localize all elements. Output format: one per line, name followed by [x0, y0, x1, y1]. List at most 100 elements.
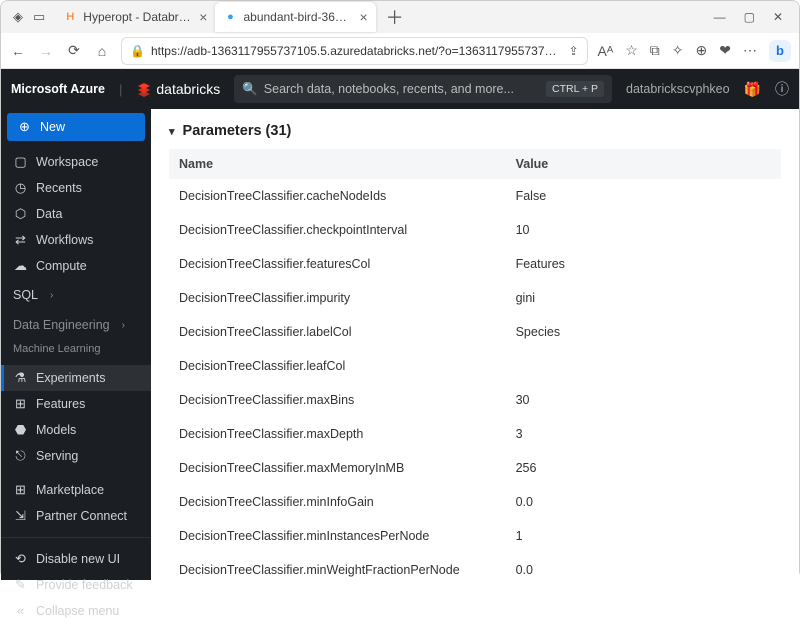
- browser-tab[interactable]: ●abundant-bird-366 - MLflow Run×: [215, 2, 375, 32]
- col-name[interactable]: Name: [169, 149, 506, 179]
- sidebar-item-models[interactable]: ⬣Models: [1, 417, 151, 443]
- search-placeholder: Search data, notebooks, recents, and mor…: [264, 82, 540, 96]
- toolbar-right: Aᴬ ☆ ⧉ ✧ ⊕ ❤ ⋯ b: [598, 40, 791, 62]
- parameters-header[interactable]: ▾ Parameters (31): [151, 109, 799, 149]
- content-pane: ▾ Parameters (31) Name Value DecisionTre…: [151, 109, 799, 580]
- maximize-button[interactable]: ▢: [744, 10, 755, 24]
- tab-strip-controls: ◈ ▭: [7, 9, 51, 25]
- workspace-name[interactable]: databrickscvphkeo: [626, 82, 730, 96]
- new-button-label: New: [40, 120, 65, 134]
- address-bar[interactable]: 🔒 https://adb-1363117955737105.5.azureda…: [121, 37, 588, 65]
- window-controls: ― ▢ ✕: [714, 10, 793, 24]
- param-value: 256: [506, 451, 781, 485]
- marketplace-icon: ⊞: [13, 482, 28, 498]
- param-name: DecisionTreeClassifier.checkpointInterva…: [169, 213, 506, 247]
- sidebar-item-marketplace[interactable]: ⊞Marketplace: [1, 477, 151, 503]
- sidebar-item-workflows[interactable]: ⇄Workflows: [1, 227, 151, 253]
- favorites-bar-icon[interactable]: ✧: [672, 42, 684, 59]
- home-button[interactable]: ⌂: [93, 43, 111, 59]
- minimize-button[interactable]: ―: [714, 10, 726, 24]
- sidebar-item-recents[interactable]: ◷Recents: [1, 175, 151, 201]
- shield-icon[interactable]: ◈: [13, 9, 23, 25]
- sidebar-item-collapse-menu[interactable]: «Collapse menu: [1, 598, 151, 623]
- sidebar-item-data[interactable]: ⬡Data: [1, 201, 151, 227]
- new-button[interactable]: ⊕ New: [7, 113, 145, 141]
- table-row: DecisionTreeClassifier.checkpointInterva…: [169, 213, 781, 247]
- sidebar-item-features[interactable]: ⊞Features: [1, 391, 151, 417]
- serving-icon: ⎋: [13, 448, 28, 464]
- param-name: DecisionTreeClassifier.maxDepth: [169, 417, 506, 451]
- sidebar-item-workspace[interactable]: ▢ Workspace: [1, 149, 151, 175]
- search-icon: 🔍: [242, 82, 258, 97]
- sidebar-item-label: Collapse menu: [36, 604, 119, 618]
- sidebar-de-label: Data Engineering: [13, 318, 110, 332]
- sidebar-item-disable-new-ui[interactable]: ⟲Disable new UI: [1, 546, 151, 572]
- sidebar-ml-label: Machine Learning: [1, 337, 151, 361]
- tablist-icon[interactable]: ▭: [33, 9, 45, 25]
- param-value: 0.0: [506, 553, 781, 580]
- chevron-right-icon: ›: [122, 320, 125, 331]
- data-icon: ⬡: [13, 206, 28, 222]
- parameters-table-wrap: Name Value DecisionTreeClassifier.cacheN…: [151, 149, 799, 580]
- workspace-icon: ▢: [13, 154, 28, 170]
- param-value: 10: [506, 213, 781, 247]
- partner-connect-icon: ⇲: [13, 508, 28, 524]
- sidebar-item-serving[interactable]: ⎋Serving: [1, 443, 151, 469]
- extensions-icon[interactable]: ⊕: [696, 42, 708, 59]
- parameters-title: Parameters (31): [183, 123, 292, 139]
- sidebar-item-label: Provide feedback: [36, 578, 133, 592]
- param-value: 1: [506, 519, 781, 553]
- close-tab-icon[interactable]: ×: [359, 9, 367, 25]
- param-value: Features: [506, 247, 781, 281]
- chevron-right-icon: ›: [50, 290, 53, 301]
- table-row: DecisionTreeClassifier.maxBins30: [169, 383, 781, 417]
- refresh-button[interactable]: ⟳: [65, 42, 83, 59]
- bing-button[interactable]: b: [769, 40, 791, 62]
- forward-button[interactable]: →: [37, 43, 55, 59]
- sidebar-data-engineering[interactable]: Data Engineering ›: [1, 313, 151, 337]
- databricks-logo[interactable]: databricks: [136, 81, 220, 97]
- gift-icon[interactable]: 🎁: [744, 81, 761, 98]
- col-value[interactable]: Value: [506, 149, 781, 179]
- new-tab-button[interactable]: ＋: [380, 4, 410, 30]
- browser-tab[interactable]: H Hyperopt - Databricks ×: [55, 2, 215, 32]
- param-value: gini: [506, 281, 781, 315]
- sidebar-sql-label: SQL: [13, 288, 38, 302]
- back-button[interactable]: ←: [9, 43, 27, 59]
- parameters-table: Name Value DecisionTreeClassifier.cacheN…: [169, 149, 781, 580]
- tab-title: Hyperopt - Databricks: [83, 10, 193, 24]
- more-icon[interactable]: ⋯: [743, 42, 757, 59]
- table-row: DecisionTreeClassifier.featuresColFeatur…: [169, 247, 781, 281]
- sidebar-item-label: Models: [36, 423, 76, 437]
- favorite-icon[interactable]: ☆: [625, 42, 638, 59]
- databricks-mark-icon: [136, 81, 152, 97]
- table-header-row: Name Value: [169, 149, 781, 179]
- heart-icon[interactable]: ❤: [719, 42, 731, 59]
- chevron-down-icon: ▾: [169, 125, 175, 138]
- sidebar-item-label: Workspace: [36, 155, 98, 169]
- param-value: 0.0: [506, 485, 781, 519]
- close-window-button[interactable]: ✕: [773, 10, 783, 24]
- table-row: DecisionTreeClassifier.impuritygini: [169, 281, 781, 315]
- sidebar-item-experiments[interactable]: ⚗Experiments: [1, 365, 151, 391]
- share-icon[interactable]: ⇪: [568, 44, 578, 58]
- reading-mode-icon[interactable]: Aᴬ: [598, 43, 614, 59]
- sidebar-item-provide-feedback[interactable]: ✎Provide feedback: [1, 572, 151, 598]
- disable-new-ui-icon: ⟲: [13, 551, 28, 567]
- sidebar-item-label: Compute: [36, 259, 87, 273]
- help-icon[interactable]: ⓘ: [775, 79, 789, 99]
- sidebar-item-label: Experiments: [36, 371, 105, 385]
- features-icon: ⊞: [13, 396, 28, 412]
- sidebar-sql[interactable]: SQL ›: [1, 283, 151, 307]
- address-bar-row: ← → ⟳ ⌂ 🔒 https://adb-1363117955737105.5…: [1, 33, 799, 69]
- param-name: DecisionTreeClassifier.featuresCol: [169, 247, 506, 281]
- app-header: Microsoft Azure | databricks 🔍 Search da…: [1, 69, 799, 109]
- sidebar-item-compute[interactable]: ☁Compute: [1, 253, 151, 279]
- collections-icon[interactable]: ⧉: [650, 42, 660, 59]
- global-search[interactable]: 🔍 Search data, notebooks, recents, and m…: [234, 75, 612, 103]
- sidebar-item-partner-connect[interactable]: ⇲ Partner Connect: [1, 503, 151, 529]
- close-tab-icon[interactable]: ×: [199, 9, 207, 25]
- sidebar-item-label: Partner Connect: [36, 509, 127, 523]
- app-body: ⊕ New ▢ Workspace ◷Recents⬡Data⇄Workflows☁…: [1, 109, 799, 580]
- tab-favicon: H: [63, 10, 77, 24]
